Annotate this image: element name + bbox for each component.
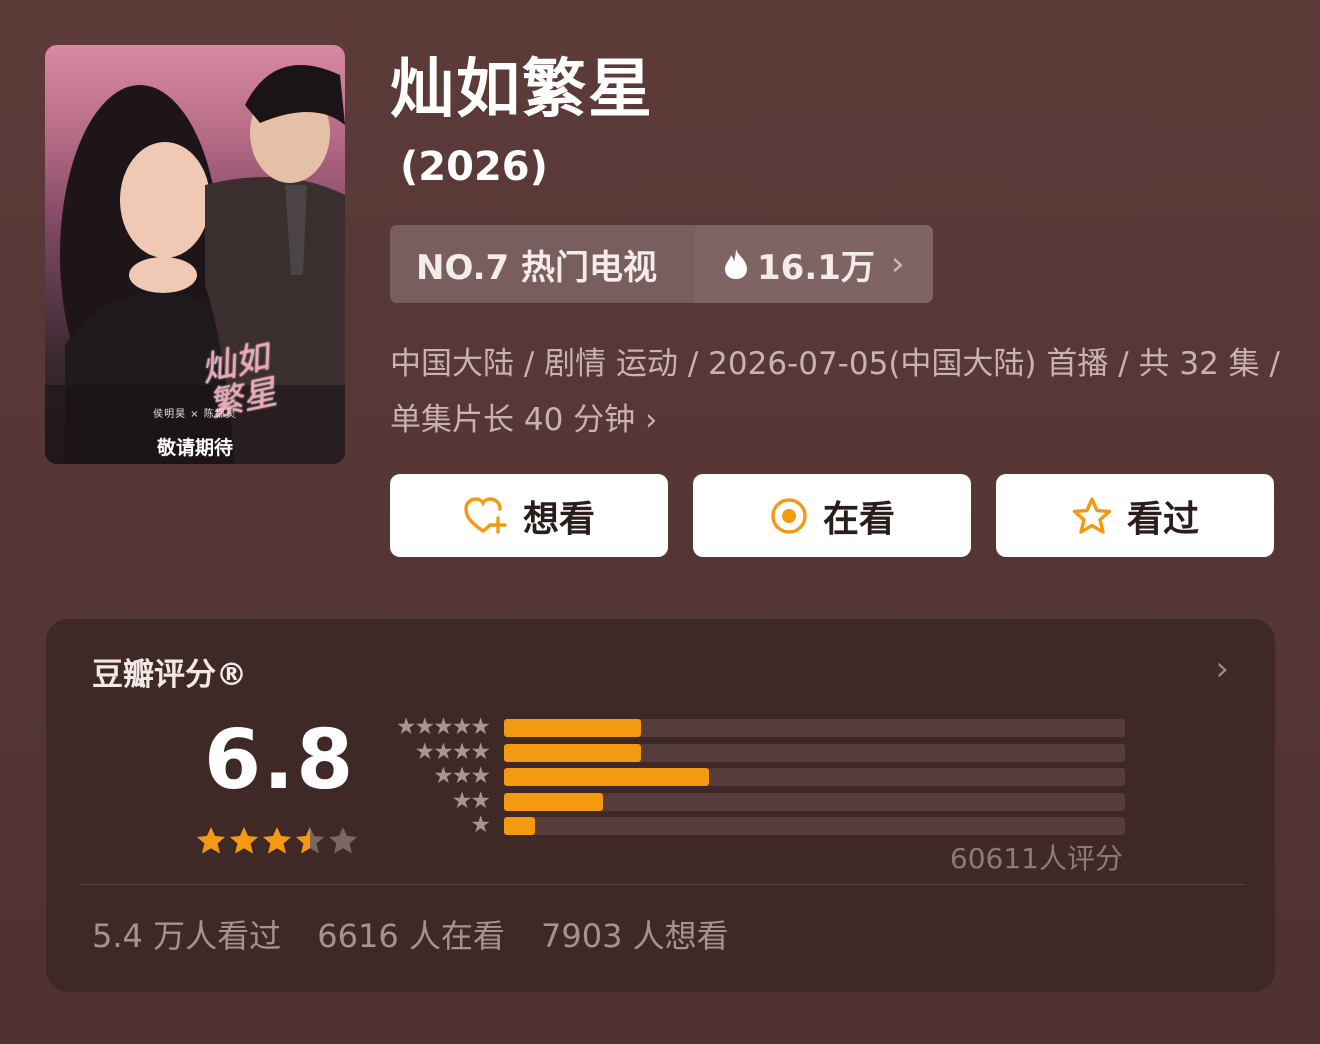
poster-tagline: 敬请期待	[156, 437, 233, 459]
distribution-row: ★★★	[384, 764, 1184, 788]
rating-star-3	[263, 827, 291, 854]
stat-want: 7903 人想看	[541, 917, 729, 955]
poster-artwork	[45, 65, 345, 464]
stat-watched: 5.4 万人看过	[92, 917, 282, 955]
rating-star-4	[296, 827, 324, 854]
star-outline-icon	[1072, 496, 1112, 534]
distribution-bar	[504, 768, 709, 786]
rating-heading: 豆瓣评分®	[92, 657, 247, 693]
distribution-stars: ★★★★	[414, 738, 491, 765]
distribution-track	[504, 719, 1125, 737]
heart-plus-icon	[464, 496, 507, 534]
release-year: (2026)	[400, 144, 548, 190]
distribution-row: ★★★★	[384, 740, 1184, 764]
distribution-stars: ★★★	[433, 763, 491, 789]
watched-label: 看过	[1126, 498, 1199, 540]
distribution-track	[504, 768, 1125, 786]
meta-text: 中国大陆 / 剧情 运动 / 2026-07-05(中国大陆) 首播 / 共 3…	[390, 346, 1280, 438]
distribution-bar	[504, 743, 641, 762]
stat-watching: 6616 人在看	[317, 917, 505, 955]
distribution-bar	[504, 792, 604, 811]
distribution-track	[504, 817, 1125, 835]
audience-stats: 5.4 万人看过 6616 人在看 7903 人想看	[92, 911, 755, 957]
poster-cast-line: 侯明昊 × 陈都灵	[153, 409, 237, 420]
distribution-row: ★★	[384, 789, 1184, 813]
ranking-badge[interactable]: NO.7 热门电视 16.1万 ›	[390, 225, 933, 303]
rating-card[interactable]: 豆瓣评分® › 6.8 ★★★★★ ★★★★ ★★★ ★★ ★ 60611人评分 5.4…	[46, 619, 1275, 992]
rating-score: 6.8	[204, 713, 356, 808]
heat-value: 16.1万	[757, 247, 875, 288]
distribution-stars: ★★★★★	[395, 714, 491, 740]
rating-stars	[197, 827, 357, 854]
chevron-right-icon: ›	[890, 244, 905, 284]
page-title: 灿如繁星	[390, 53, 654, 127]
watching-label: 在看	[822, 498, 895, 540]
rating-count: 60611人评分	[949, 842, 1123, 875]
watching-button[interactable]: 在看	[693, 474, 971, 557]
distribution-row: ★	[384, 813, 1184, 837]
watched-button[interactable]: 看过	[996, 474, 1274, 557]
distribution-stars: ★★	[451, 787, 491, 814]
want-to-watch-button[interactable]: 想看	[390, 474, 668, 557]
show-meta[interactable]: 中国大陆 / 剧情 运动 / 2026-07-05(中国大陆) 首播 / 共 3…	[390, 336, 1280, 448]
poster-image[interactable]: 灿如繁星 侯明昊 × 陈都灵 敬请期待	[45, 45, 345, 464]
distribution-track	[504, 792, 1125, 811]
divider	[80, 884, 1245, 885]
target-circle-icon	[771, 497, 807, 534]
distribution-bar	[504, 817, 536, 835]
rating-star-1	[197, 827, 225, 854]
distribution-row: ★★★★★	[384, 715, 1184, 739]
chevron-right-icon: ›	[645, 402, 658, 438]
distribution-track	[504, 743, 1125, 762]
flame-icon	[725, 249, 747, 279]
rank-label: NO.7 热门电视	[390, 225, 695, 303]
chevron-right-icon[interactable]: ›	[1215, 649, 1229, 689]
distribution-stars: ★	[470, 812, 491, 838]
distribution-bar	[504, 719, 641, 737]
heat-indicator[interactable]: 16.1万 ›	[695, 225, 933, 303]
rating-star-5	[329, 827, 357, 854]
want-label: 想看	[522, 498, 595, 540]
rating-star-2	[230, 827, 258, 854]
